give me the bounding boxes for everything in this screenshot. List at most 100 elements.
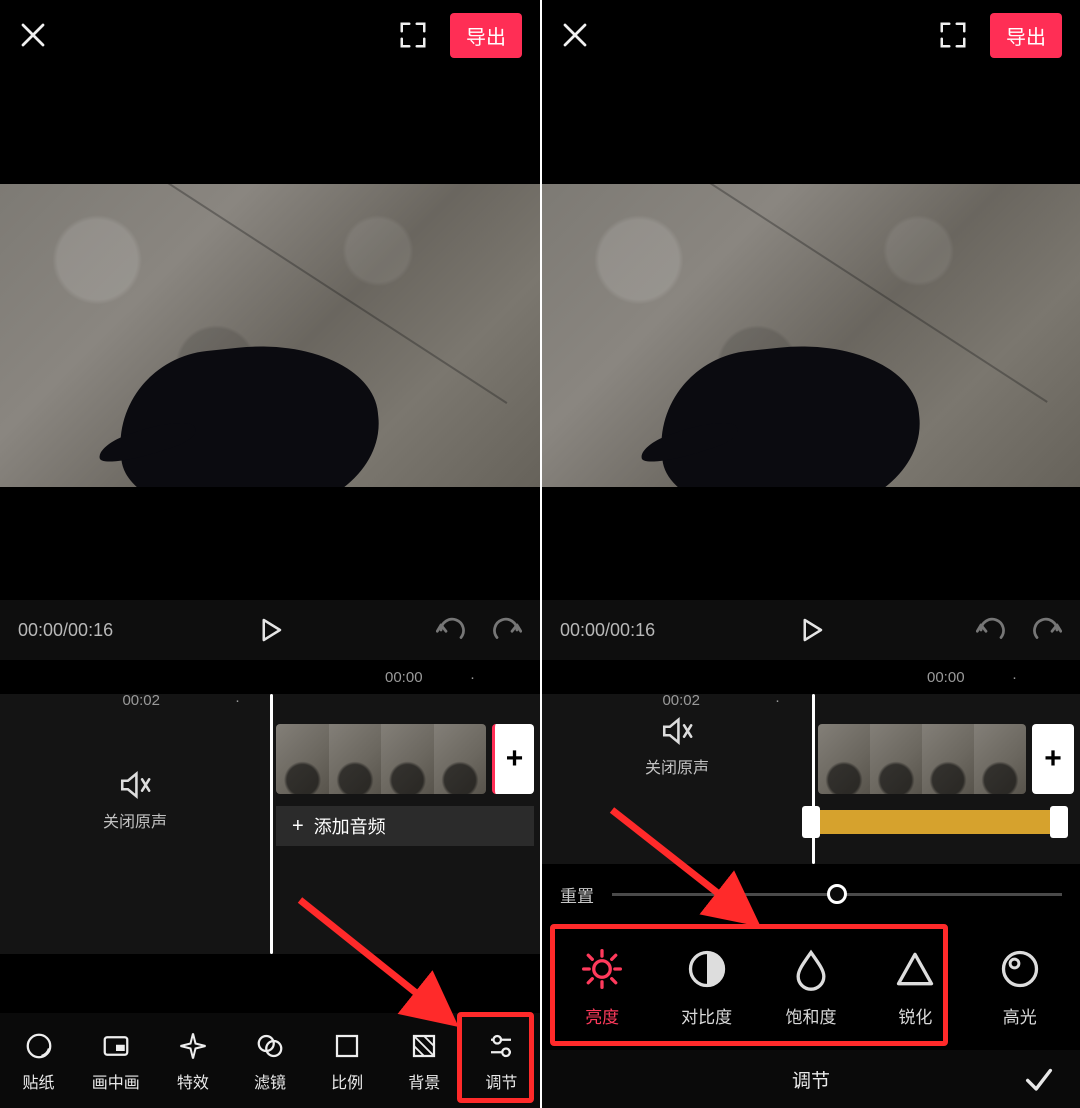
nav-adjust[interactable]: 调节 xyxy=(466,1029,536,1093)
top-bar: 导出 xyxy=(0,0,540,70)
check-icon xyxy=(1022,1062,1056,1096)
nav-ratio[interactable]: 比例 xyxy=(312,1029,382,1093)
adjust-label: 高光 xyxy=(975,1003,1065,1028)
playhead[interactable] xyxy=(270,694,273,954)
adjust-slider[interactable] xyxy=(612,893,1062,896)
plus-icon: + xyxy=(506,742,524,776)
adjust-contrast[interactable]: 对比度 xyxy=(662,947,752,1028)
mute-label: 关闭原声 xyxy=(542,754,812,778)
video-clip[interactable] xyxy=(818,724,1026,794)
add-audio-button[interactable]: + 添加音频 xyxy=(276,806,534,846)
undo-button[interactable] xyxy=(436,615,466,645)
nav-label: 调节 xyxy=(466,1069,536,1093)
ruler-mark: 00:02 xyxy=(662,692,700,709)
add-clip-button[interactable]: + xyxy=(1032,724,1074,794)
timeline-ruler[interactable]: 00:00 · xyxy=(0,660,540,694)
ruler-mark: 00:00 xyxy=(385,669,423,686)
close-icon xyxy=(560,20,590,50)
top-bar: 导出 xyxy=(542,0,1080,70)
fullscreen-button[interactable] xyxy=(398,20,428,50)
slider-knob[interactable] xyxy=(827,884,847,904)
export-button[interactable]: 导出 xyxy=(450,13,522,58)
mute-button[interactable] xyxy=(660,714,694,748)
close-button[interactable] xyxy=(560,20,590,50)
sticker-icon xyxy=(24,1031,54,1061)
pip-icon xyxy=(101,1031,131,1061)
adjust-label: 饱和度 xyxy=(766,1003,856,1028)
sparkle-icon xyxy=(178,1031,208,1061)
timeline[interactable]: 关闭原声 + + 添加音频 xyxy=(0,694,540,954)
speaker-muted-icon xyxy=(118,768,152,802)
play-button[interactable] xyxy=(255,615,285,645)
player-controls: 00:00/00:16 xyxy=(0,600,540,660)
adjust-label: 对比度 xyxy=(662,1003,752,1028)
brightness-icon xyxy=(580,947,624,991)
sliders-icon xyxy=(486,1031,516,1061)
ruler-dot: · xyxy=(775,692,780,709)
background-icon xyxy=(409,1031,439,1061)
time-display: 00:00/00:16 xyxy=(18,620,113,641)
mute-label: 关闭原声 xyxy=(0,808,270,832)
player-controls: 00:00/00:16 xyxy=(542,600,1080,660)
reset-button[interactable]: 重置 xyxy=(560,882,594,907)
adjust-brightness[interactable]: 亮度 xyxy=(557,947,647,1028)
redo-button[interactable] xyxy=(1032,615,1062,645)
nav-label: 背景 xyxy=(389,1069,459,1093)
time-display: 00:00/00:16 xyxy=(560,620,655,641)
timeline-ruler[interactable]: 00:00 · xyxy=(542,660,1080,694)
adjust-track[interactable] xyxy=(812,810,1058,834)
nav-pip[interactable]: 画中画 xyxy=(81,1029,151,1093)
adjust-slider-row: 重置 xyxy=(542,864,1080,924)
playhead[interactable] xyxy=(812,694,815,864)
fullscreen-button[interactable] xyxy=(938,20,968,50)
bottom-nav: 贴纸 画中画 特效 滤镜 比例 背景 xyxy=(0,1013,540,1108)
undo-button[interactable] xyxy=(976,615,1006,645)
add-clip-button[interactable]: + xyxy=(492,724,534,794)
adjust-highlight[interactable]: 高光 xyxy=(975,947,1065,1028)
plus-icon: + xyxy=(292,815,304,838)
undo-icon xyxy=(976,615,1006,645)
nav-filter[interactable]: 滤镜 xyxy=(235,1029,305,1093)
video-preview[interactable] xyxy=(0,70,540,600)
video-preview[interactable] xyxy=(542,70,1080,600)
timeline[interactable]: 关闭原声 + xyxy=(542,694,1080,864)
redo-icon xyxy=(1032,615,1062,645)
adjust-saturation[interactable]: 饱和度 xyxy=(766,947,856,1028)
adjust-options: 亮度 对比度 饱和度 锐化 高光 xyxy=(542,924,1080,1050)
triangle-icon xyxy=(893,947,937,991)
play-button[interactable] xyxy=(796,615,826,645)
nav-sticker[interactable]: 贴纸 xyxy=(4,1029,74,1093)
fullscreen-icon xyxy=(938,20,968,50)
nav-label: 特效 xyxy=(158,1069,228,1093)
export-button[interactable]: 导出 xyxy=(990,13,1062,58)
preview-frame xyxy=(0,184,540,487)
mute-button[interactable] xyxy=(118,768,152,802)
highlight-icon xyxy=(998,947,1042,991)
adjust-label: 亮度 xyxy=(557,1003,647,1028)
adjust-sharpen[interactable]: 锐化 xyxy=(870,947,960,1028)
ruler-dot: · xyxy=(1012,669,1017,686)
contrast-icon xyxy=(685,947,729,991)
ruler-dot: · xyxy=(235,692,240,709)
nav-label: 滤镜 xyxy=(235,1069,305,1093)
drop-icon xyxy=(789,947,833,991)
plus-icon: + xyxy=(1044,742,1062,776)
redo-button[interactable] xyxy=(492,615,522,645)
filter-icon xyxy=(255,1031,285,1061)
adjust-bottom-bar: 调节 xyxy=(542,1050,1080,1108)
preview-frame xyxy=(542,184,1080,487)
ratio-icon xyxy=(332,1031,362,1061)
ruler-mark: 00:00 xyxy=(927,669,965,686)
close-button[interactable] xyxy=(18,20,48,50)
confirm-button[interactable] xyxy=(1022,1062,1056,1096)
close-icon xyxy=(18,20,48,50)
adjust-label: 锐化 xyxy=(870,1003,960,1028)
nav-label: 贴纸 xyxy=(4,1069,74,1093)
video-clip[interactable] xyxy=(276,724,486,794)
nav-background[interactable]: 背景 xyxy=(389,1029,459,1093)
nav-label: 画中画 xyxy=(81,1069,151,1093)
nav-effect[interactable]: 特效 xyxy=(158,1029,228,1093)
editor-screen-right: 导出 00:00/00:16 xyxy=(540,0,1080,1108)
play-icon xyxy=(796,615,826,645)
redo-icon xyxy=(492,615,522,645)
